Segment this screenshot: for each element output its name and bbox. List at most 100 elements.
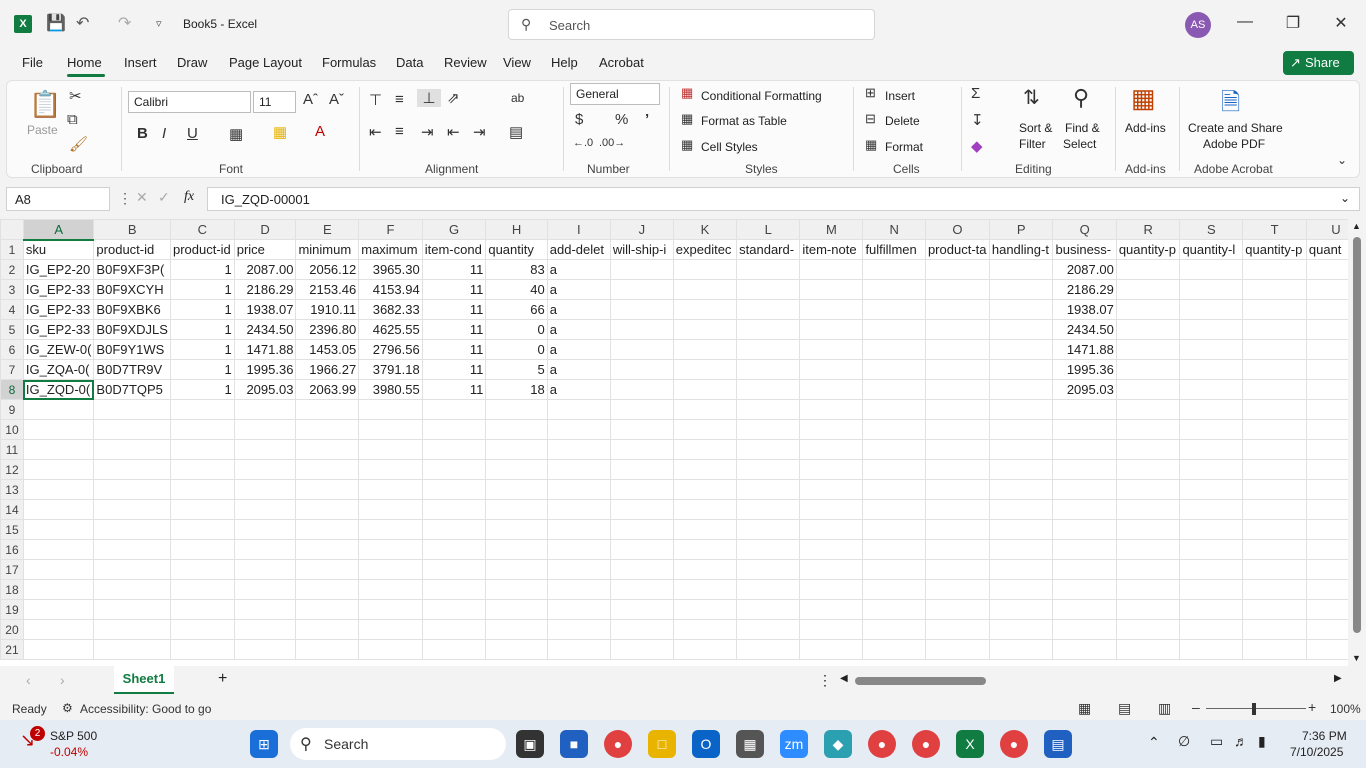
cell-l8[interactable] [736,379,801,400]
cell-b15[interactable] [93,519,171,540]
cell-l5[interactable] [736,319,801,340]
cell-l19[interactable] [736,599,801,620]
cell-r20[interactable] [1115,619,1181,640]
orientation-icon[interactable]: ⇗ [447,89,460,107]
cell-q12[interactable] [1052,459,1117,480]
cell-j19[interactable] [609,599,674,620]
vertical-scrollbar[interactable]: ▲ ▼ [1348,219,1366,666]
cell-c6[interactable]: 1 [169,339,235,360]
cell-t5[interactable] [1242,319,1307,340]
zoom-level[interactable]: 100% [1330,702,1361,716]
paste-button[interactable]: Paste [27,123,58,137]
cell-f19[interactable] [358,599,423,620]
cell-d14[interactable] [233,499,297,520]
cell-c12[interactable] [169,459,235,480]
row-header[interactable]: 20 [0,619,24,640]
format-cells-button[interactable]: Format [885,140,923,154]
cell-s16[interactable] [1179,539,1244,560]
cell-e11[interactable] [295,439,360,460]
filter-label[interactable]: Filter [1019,137,1046,151]
cell-q10[interactable] [1052,419,1117,440]
cell-m15[interactable] [799,519,864,540]
stock-name[interactable]: S&P 500 [50,729,97,743]
currency-icon[interactable]: $ [575,111,583,128]
clock-time[interactable]: 7:36 PM [1302,729,1347,743]
cell-q13[interactable] [1052,479,1117,500]
cell-h5[interactable]: 0 [485,319,548,340]
cell-o11[interactable] [924,439,990,460]
cell-n21[interactable] [862,639,926,660]
cell-l11[interactable] [736,439,801,460]
merge-center-icon[interactable]: ▤ [509,123,523,141]
cell-i9[interactable] [546,399,611,420]
cell-a9[interactable] [22,399,95,420]
cell-s17[interactable] [1179,559,1244,580]
cell-s21[interactable] [1179,639,1244,660]
cell-b6[interactable]: B0F9Y1WS [93,339,171,360]
cell-o10[interactable] [924,419,990,440]
cell-a4[interactable]: IG_EP2-33 [22,299,95,320]
cell-k17[interactable] [672,559,738,580]
cell-e16[interactable] [295,539,360,560]
worksheet-grid[interactable]: A B C D E F G H I J K L M N O P Q R S T U 1 sku product-id produ… [0,219,1366,666]
select-label[interactable]: Select [1063,137,1096,151]
tab-help[interactable]: Help [551,55,578,70]
scroll-up-icon[interactable]: ▲ [1352,221,1361,231]
cell-i4[interactable]: a [546,299,611,320]
cell-p4[interactable] [988,299,1054,320]
cell-n14[interactable] [862,499,926,520]
cell-c9[interactable] [169,399,235,420]
cell-o15[interactable] [924,519,990,540]
tab-data[interactable]: Data [396,55,423,70]
cell-n5[interactable] [862,319,926,340]
cell-t6[interactable] [1242,339,1307,360]
cell-t15[interactable] [1242,519,1307,540]
cell-k19[interactable] [672,599,738,620]
cell-c15[interactable] [169,519,235,540]
cell-n11[interactable] [862,439,926,460]
redo-icon[interactable]: ↷ [118,13,131,33]
cell-r5[interactable] [1115,319,1181,340]
cell-s12[interactable] [1179,459,1244,480]
cell-c11[interactable] [169,439,235,460]
fill-color-icon[interactable]: ▦ [273,123,287,141]
cell-o3[interactable] [924,279,990,300]
cell-c3[interactable]: 1 [169,279,235,300]
cell-c4[interactable]: 1 [169,299,235,320]
page-break-view-icon[interactable]: ▥ [1158,700,1171,717]
cell-c21[interactable] [169,639,235,660]
cell-n8[interactable] [862,379,926,400]
increase-font-icon[interactable]: Aˆ [303,91,318,108]
cell-g14[interactable] [421,499,487,520]
column-header-h[interactable]: H [485,219,548,240]
cell-o1[interactable]: product-ta [924,239,990,260]
cell-l4[interactable] [736,299,801,320]
tab-file[interactable]: File [22,55,43,70]
cell-k7[interactable] [672,359,738,380]
paste-icon[interactable]: 📋 [29,89,61,120]
cell-c19[interactable] [169,599,235,620]
network-icon[interactable]: ∅ [1178,733,1190,750]
row-header[interactable]: 12 [0,459,24,480]
cell-f8[interactable]: 3980.55 [358,379,423,400]
cell-b3[interactable]: B0F9XCYH [93,279,171,300]
align-center-icon[interactable]: ≡ [395,123,404,140]
cell-b13[interactable] [93,479,171,500]
cell-r19[interactable] [1115,599,1181,620]
autosum-icon[interactable]: Σ [971,85,980,102]
cell-o2[interactable] [924,259,990,280]
search-box[interactable]: ⚲ Search [508,9,875,40]
chrome-profile-2-icon[interactable]: ● [912,730,940,758]
cell-c7[interactable]: 1 [169,359,235,380]
cell-e8[interactable]: 2063.99 [295,379,360,400]
conditional-formatting-button[interactable]: Conditional Formatting [701,89,822,103]
cell-j13[interactable] [609,479,674,500]
outlook-icon[interactable]: O [692,730,720,758]
cell-d4[interactable]: 1938.07 [233,299,297,320]
cell-m19[interactable] [799,599,864,620]
cell-m6[interactable] [799,339,864,360]
row-header[interactable]: 6 [0,339,24,360]
cell-h6[interactable]: 0 [485,339,548,360]
cell-s19[interactable] [1179,599,1244,620]
cell-e13[interactable] [295,479,360,500]
